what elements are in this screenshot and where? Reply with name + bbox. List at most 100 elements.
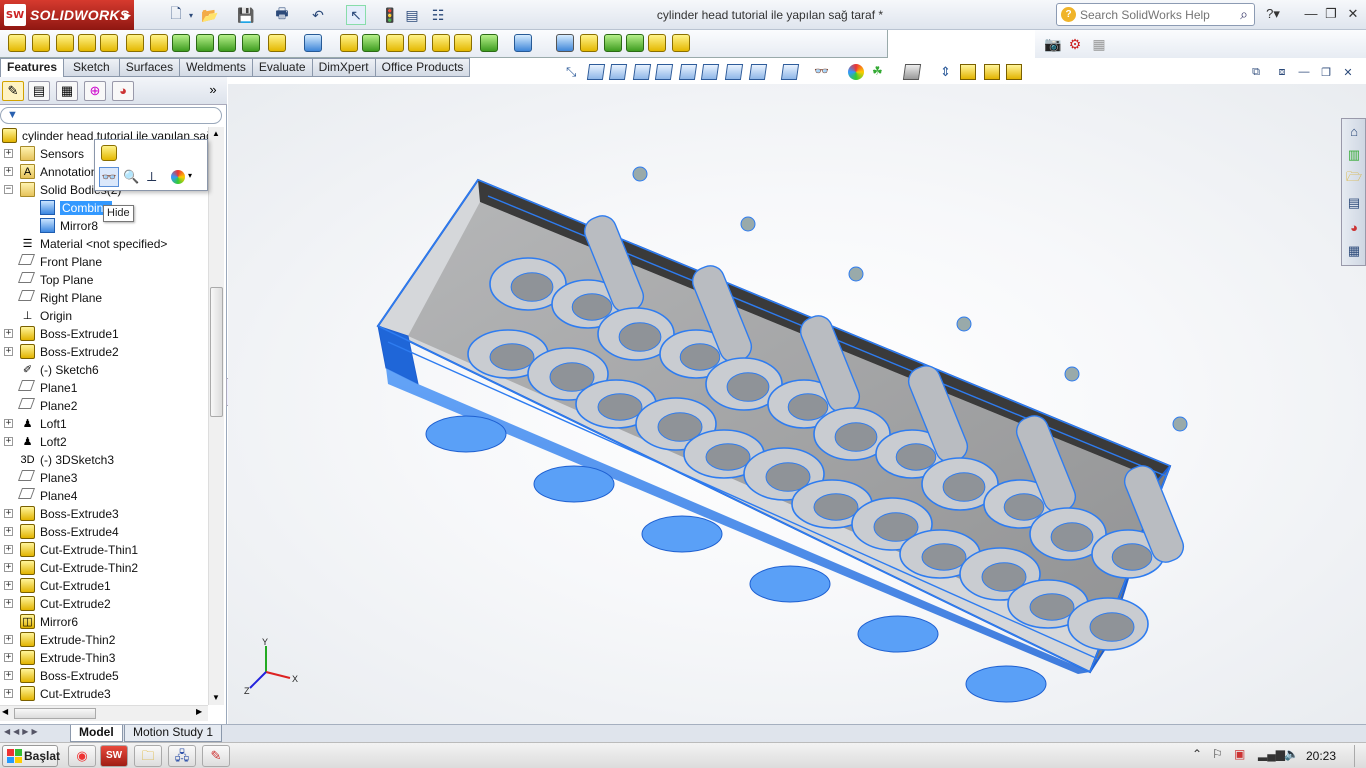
viewport-tile-icon[interactable]: ⧈	[1272, 62, 1292, 82]
expand-toggle-icon[interactable]: +	[4, 329, 13, 338]
tab-motion-study-1[interactable]: Motion Study 1	[124, 725, 223, 742]
new-dropdown-icon[interactable]: ▾	[186, 5, 196, 25]
view-orientation-icon[interactable]	[960, 64, 976, 80]
scroll-thumb[interactable]	[210, 287, 223, 417]
clock[interactable]: 20:23	[1306, 749, 1336, 763]
camera-icon[interactable]: 📷	[1043, 34, 1063, 54]
tree-item[interactable]: + ♟ Loft1	[0, 415, 208, 433]
front-view-icon[interactable]	[586, 64, 606, 80]
action-center-icon[interactable]: ⚐	[1212, 747, 1223, 761]
reference-geometry-icon[interactable]	[480, 34, 498, 52]
tree-item[interactable]: Plane4	[0, 487, 208, 505]
scroll-left-icon[interactable]: ◀	[2, 707, 8, 716]
expand-toggle-icon[interactable]: +	[4, 509, 13, 518]
dimxpert-manager-tab-icon[interactable]: ⊕	[84, 81, 106, 101]
viewport-minimize-button[interactable]: —	[1294, 62, 1314, 82]
normal-to-icon[interactable]: ⟂	[147, 168, 156, 185]
mirror-icon[interactable]	[454, 34, 472, 52]
apply-scene-icon[interactable]: ☘	[872, 64, 888, 80]
curves-icon[interactable]	[514, 34, 532, 52]
tab-evaluate[interactable]: Evaluate	[252, 58, 313, 77]
expand-toggle-icon[interactable]: +	[4, 437, 13, 446]
swept-boss-icon[interactable]	[56, 34, 74, 52]
extruded-boss-icon[interactable]	[8, 34, 26, 52]
photoview-icon[interactable]: ⚙	[1065, 34, 1085, 54]
expand-toggle-icon[interactable]: +	[4, 167, 13, 176]
tree-item[interactable]: + Boss-Extrude3	[0, 505, 208, 523]
shell-icon[interactable]	[408, 34, 426, 52]
scroll-up-icon[interactable]: ▲	[212, 129, 220, 138]
hide-show-items-icon[interactable]: 👓	[814, 64, 830, 80]
configuration-manager-tab-icon[interactable]: ▦	[56, 81, 78, 101]
fillet-icon[interactable]	[268, 34, 286, 52]
start-button[interactable]: Başlat	[2, 745, 60, 767]
split-icon[interactable]	[648, 34, 666, 52]
tree-item[interactable]: + Cut-Extrude-Thin2	[0, 559, 208, 577]
revolved-cut-icon[interactable]	[172, 34, 190, 52]
expand-toggle-icon[interactable]: +	[4, 581, 13, 590]
tab-office-products[interactable]: Office Products	[375, 58, 471, 77]
wrap-icon[interactable]	[362, 34, 380, 52]
section-view-icon[interactable]	[748, 64, 768, 80]
tree-item[interactable]: + ♟ Loft2	[0, 433, 208, 451]
scroll-down-icon[interactable]: ▼	[212, 693, 220, 702]
scroll-thumb-horizontal[interactable]	[14, 708, 96, 719]
solidworks-taskbar-icon[interactable]: SW	[100, 745, 128, 767]
edit-feature-icon[interactable]	[101, 145, 117, 161]
graphics-area[interactable]: Y X Z	[228, 84, 1366, 724]
dome-icon[interactable]	[432, 34, 450, 52]
help-menu-icon[interactable]: ?▾	[1262, 4, 1284, 24]
scale-icon[interactable]	[604, 34, 622, 52]
print-icon[interactable]: 🖶	[272, 5, 292, 25]
volume-icon[interactable]: 🔈	[1284, 747, 1299, 761]
panel-expand-icon[interactable]: »	[202, 81, 224, 101]
hole-wizard-icon[interactable]	[150, 34, 168, 52]
tree-filter[interactable]: ▼	[0, 107, 222, 124]
network-app-icon[interactable]: 🖧	[168, 745, 196, 767]
expand-toggle-icon[interactable]: +	[4, 671, 13, 680]
rapid-sketch-icon[interactable]	[580, 34, 598, 52]
network-signal-icon[interactable]: ▂▄▆	[1258, 747, 1285, 761]
tree-item[interactable]: ✐ (-) Sketch6	[0, 361, 208, 379]
tree-item[interactable]: Plane3	[0, 469, 208, 487]
expand-toggle-icon[interactable]: +	[4, 689, 13, 698]
tree-item[interactable]: ⊥ Origin	[0, 307, 208, 325]
expand-toggle-icon[interactable]: +	[4, 635, 13, 644]
file-properties-icon[interactable]: ▤	[402, 5, 422, 25]
boundary-cut-icon[interactable]	[242, 34, 260, 52]
custom-properties-icon[interactable]: ▦	[1344, 241, 1364, 261]
help-search-input[interactable]	[1080, 7, 1230, 22]
viewport-restore-button[interactable]: ❐	[1316, 62, 1336, 82]
expand-toggle-icon[interactable]: +	[4, 599, 13, 608]
solidworks-resources-icon[interactable]: ⌂	[1344, 121, 1364, 141]
tree-item[interactable]: ☰ Material <not specified>	[0, 235, 208, 253]
rotate-view-icon[interactable]: ⇕	[940, 64, 956, 80]
expand-toggle-icon[interactable]: +	[4, 149, 13, 158]
tray-app-icon[interactable]: ▣	[1234, 747, 1245, 761]
display-style-icon[interactable]	[780, 64, 800, 80]
open-folder-icon[interactable]: 📂	[200, 5, 220, 25]
tree-item[interactable]: Top Plane	[0, 271, 208, 289]
view-palette-icon[interactable]: ▤	[1344, 193, 1364, 213]
options-icon[interactable]: ☷	[428, 5, 448, 25]
tree-item[interactable]: + Boss-Extrude1	[0, 325, 208, 343]
rib-icon[interactable]	[340, 34, 358, 52]
tab-surfaces[interactable]: Surfaces	[119, 58, 181, 77]
linear-pattern-icon[interactable]	[304, 34, 322, 52]
tab-weldments[interactable]: Weldments	[180, 58, 253, 77]
tree-item[interactable]: + Boss-Extrude5	[0, 667, 208, 685]
tab-model[interactable]: Model	[70, 725, 123, 742]
expand-toggle-icon[interactable]: +	[4, 563, 13, 572]
expand-toggle-icon[interactable]: +	[4, 653, 13, 662]
file-explorer-icon[interactable]: 🗁	[1344, 169, 1364, 189]
move-face-icon[interactable]	[626, 34, 644, 52]
display-manager-tab-icon[interactable]: ◕	[112, 81, 134, 101]
boundary-boss-icon[interactable]	[100, 34, 118, 52]
top-view-icon[interactable]	[678, 64, 698, 80]
tab-sketch[interactable]: Sketch	[64, 58, 120, 77]
close-button[interactable]: ✕	[1342, 4, 1364, 24]
isometric-view-icon[interactable]	[724, 64, 744, 80]
menu-expand-icon[interactable]: ▶	[124, 10, 131, 21]
explorer-icon[interactable]: 🗀	[134, 745, 162, 767]
lofted-cut-icon[interactable]	[218, 34, 236, 52]
